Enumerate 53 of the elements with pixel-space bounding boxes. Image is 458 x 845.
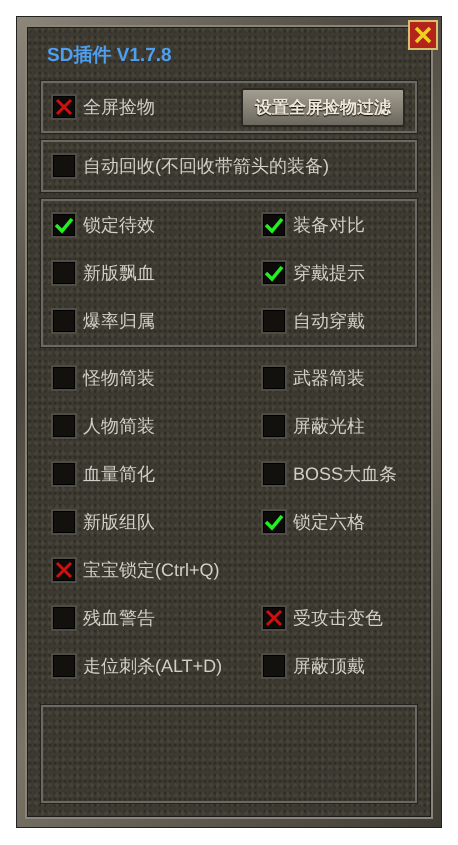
checkbox-label: 新版飘血: [83, 262, 155, 285]
checkbox[interactable]: [51, 413, 77, 439]
checkbox[interactable]: [261, 509, 287, 535]
checkbox-label: 人物简装: [83, 415, 155, 438]
checkbox[interactable]: [51, 509, 77, 535]
checkbox-label: 穿戴提示: [293, 262, 365, 285]
close-icon: [413, 25, 433, 45]
checkbox-label: 武器简装: [293, 367, 365, 390]
checkbox-label: 受攻击变色: [293, 607, 383, 630]
checkbox-label: 自动穿戴: [293, 310, 365, 333]
checkbox-label: 屏蔽光柱: [293, 415, 365, 438]
checkbox[interactable]: [261, 413, 287, 439]
checkbox[interactable]: [261, 308, 287, 334]
checkbox[interactable]: [51, 153, 77, 179]
checkbox-label: 怪物简装: [83, 367, 155, 390]
checkbox[interactable]: [51, 653, 77, 679]
checkbox[interactable]: [261, 653, 287, 679]
window-title: SD插件 V1.7.8: [47, 44, 173, 68]
checkbox-label: 自动回收(不回收带箭头的装备): [83, 155, 329, 178]
checkbox-label: 走位刺杀(ALT+D): [83, 655, 222, 678]
checkbox-label: BOSS大血条: [293, 463, 398, 486]
checkbox-label: 宝宝锁定(Ctrl+Q): [83, 559, 220, 582]
checkbox-label: 全屏捡物: [83, 96, 155, 119]
checkbox-label: 锁定待效: [83, 214, 155, 237]
checkbox[interactable]: [51, 365, 77, 391]
checkbox[interactable]: [51, 557, 77, 583]
filter-settings-button[interactable]: 设置全屏捡物过滤: [241, 88, 405, 126]
checkbox[interactable]: [51, 605, 77, 631]
checkbox[interactable]: [261, 260, 287, 286]
check-icon: [264, 512, 284, 532]
checkbox-label: 锁定六格: [293, 511, 365, 534]
checkbox[interactable]: [51, 260, 77, 286]
check-icon: [54, 215, 74, 235]
checkbox[interactable]: [51, 461, 77, 487]
checkbox-label: 血量简化: [83, 463, 155, 486]
checkbox-label: 残血警告: [83, 607, 155, 630]
checkbox-label: 爆率归属: [83, 310, 155, 333]
cross-icon: [54, 560, 74, 580]
checkbox[interactable]: [261, 365, 287, 391]
cross-icon: [54, 97, 74, 117]
checkbox[interactable]: [51, 308, 77, 334]
checkbox-label: 新版组队: [83, 511, 155, 534]
check-icon: [264, 215, 284, 235]
cross-icon: [264, 608, 284, 628]
check-icon: [264, 263, 284, 283]
checkbox-label: 屏蔽顶戴: [293, 655, 365, 678]
checkbox-label: 装备对比: [293, 214, 365, 237]
checkbox[interactable]: [261, 461, 287, 487]
checkbox[interactable]: [51, 94, 77, 120]
checkbox[interactable]: [51, 212, 77, 238]
close-button[interactable]: [408, 20, 438, 50]
checkbox[interactable]: [261, 605, 287, 631]
checkbox[interactable]: [261, 212, 287, 238]
